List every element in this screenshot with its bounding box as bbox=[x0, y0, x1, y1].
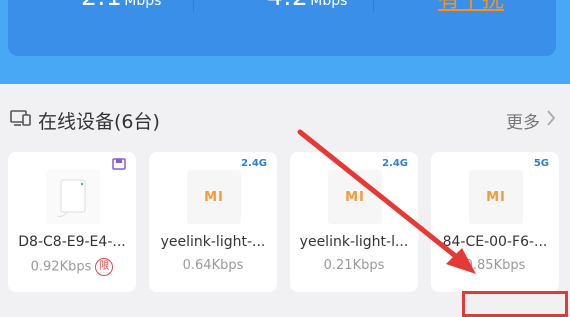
device-image bbox=[46, 170, 100, 224]
speed-stats-panel: 2.1Mbps 4.2Mbps 有干扰 bbox=[8, 0, 556, 56]
mi-device-image: MI bbox=[328, 170, 382, 224]
device-speed: 0.92Kbps 限 bbox=[8, 258, 136, 276]
stats-divider bbox=[193, 0, 194, 12]
stats-divider bbox=[373, 0, 374, 12]
download-speed-unit: Mbps bbox=[124, 0, 162, 9]
device-card[interactable]: 2.4G MI yeelink-light-l... 0.21Kbps bbox=[290, 152, 418, 292]
device-speed: 0.21Kbps bbox=[323, 258, 385, 273]
devices-monitor-icon bbox=[10, 109, 32, 131]
device-speed: 0.64Kbps bbox=[182, 258, 244, 273]
more-label: 更多 bbox=[506, 112, 540, 133]
upload-speed-value: 4.2 bbox=[267, 0, 308, 11]
mi-device-image: MI bbox=[187, 170, 241, 224]
device-speed: 0.85Kbps bbox=[464, 258, 526, 273]
wifi-5g-icon: 5G bbox=[533, 158, 549, 169]
more-devices-link[interactable]: 更多 bbox=[506, 106, 556, 134]
upload-speed-unit: Mbps bbox=[310, 0, 348, 9]
device-name: D8-C8-E9-E4-... bbox=[18, 234, 126, 250]
interference-link[interactable]: 有干扰 bbox=[438, 0, 504, 14]
upload-speed: 4.2Mbps bbox=[267, 0, 347, 11]
wifi-24g-icon: 2.4G bbox=[382, 158, 408, 169]
online-devices-header: 在线设备(6台) bbox=[10, 106, 160, 134]
mi-device-image: MI bbox=[469, 170, 523, 224]
mi-logo: MI bbox=[345, 189, 365, 205]
mi-logo: MI bbox=[204, 189, 224, 205]
device-name: yeelink-light-... bbox=[160, 234, 266, 250]
red-highlight-box bbox=[462, 291, 568, 317]
device-card[interactable]: 5G MI 84-CE-00-F6-... 0.85Kbps bbox=[431, 152, 559, 292]
device-card[interactable]: 2.4G MI yeelink-light-... 0.64Kbps bbox=[149, 152, 277, 292]
mi-logo: MI bbox=[486, 189, 506, 205]
limit-badge[interactable]: 限 bbox=[95, 258, 114, 276]
device-name: 84-CE-00-F6-... bbox=[442, 234, 548, 250]
device-name: yeelink-light-l... bbox=[299, 234, 409, 250]
device-card[interactable]: D8-C8-E9-E4-... 0.92Kbps 限 bbox=[8, 152, 136, 292]
chevron-right-icon bbox=[546, 109, 556, 132]
download-speed-value: 2.1 bbox=[81, 0, 122, 11]
device-speed-value: 0.92Kbps bbox=[30, 259, 92, 275]
download-speed: 2.1Mbps bbox=[81, 0, 161, 11]
online-devices-title: 在线设备(6台) bbox=[38, 110, 160, 133]
wifi-24g-icon: 2.4G bbox=[241, 158, 267, 169]
lan-port-icon bbox=[112, 158, 126, 173]
